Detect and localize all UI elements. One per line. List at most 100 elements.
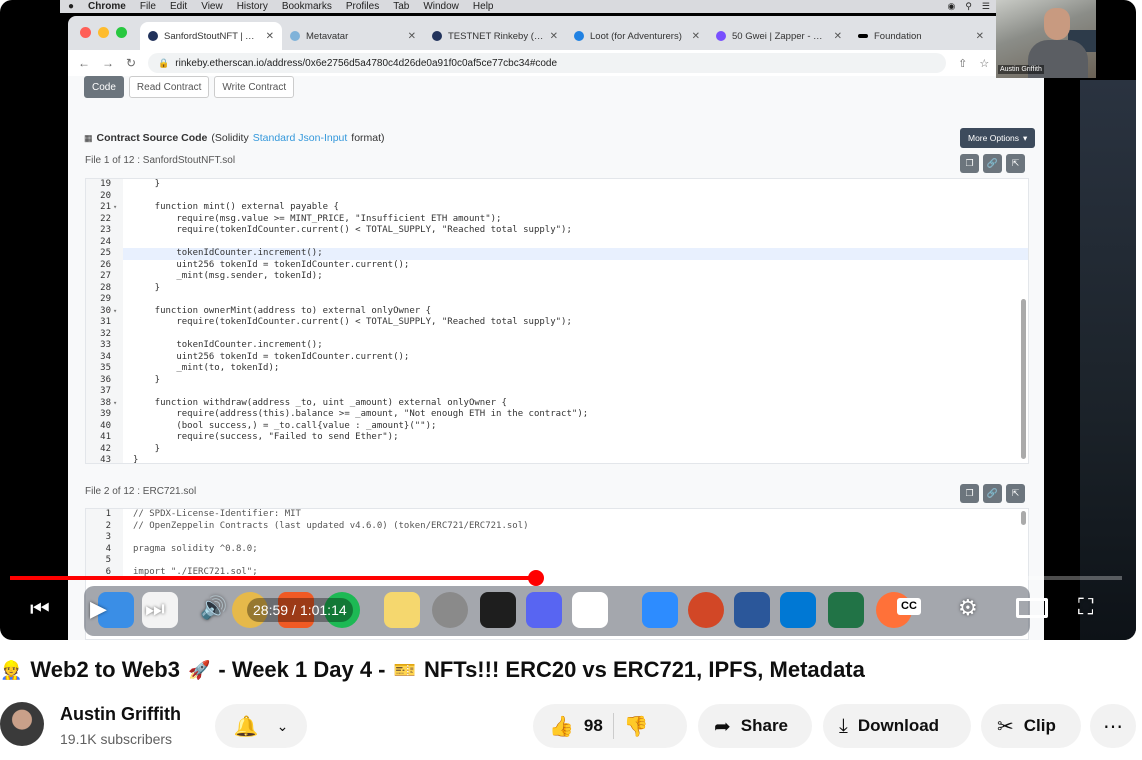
close-tab-icon[interactable]: ✕	[266, 31, 274, 42]
line-number: 38	[86, 397, 113, 409]
tab-foundation[interactable]: Foundation ✕	[850, 22, 992, 50]
next-icon[interactable]: ⏭	[145, 598, 165, 620]
tab-zapper[interactable]: 50 Gwei | Zapper - Your ✕	[708, 22, 850, 50]
link-icon[interactable]: 🔗	[983, 484, 1002, 503]
code-text: require(success, "Failed to send Ether")…	[133, 432, 399, 442]
more-actions-button[interactable]: ⋯	[1090, 704, 1136, 748]
code-text: require(tokenIdCounter.current() < TOTAL…	[133, 317, 572, 327]
dislike-icon[interactable]: 👎	[624, 714, 649, 739]
fold-gutter	[113, 363, 123, 375]
code-line: 23 require(tokenIdCounter.current() < TO…	[86, 225, 1028, 237]
code-line: 1 // SPDX-License-Identifier: MIT	[86, 509, 1028, 521]
like-icon[interactable]: 👍	[549, 714, 574, 739]
etherscan-favicon-icon	[432, 31, 442, 41]
tab-read-contract[interactable]: Read Contract	[128, 76, 210, 98]
code-line: 24	[86, 236, 1028, 248]
bookmark-star-icon[interactable]: ☆	[979, 57, 989, 70]
captions-icon[interactable]: CC	[897, 598, 921, 615]
menu-item-history: History	[236, 1, 268, 12]
word-dock-icon	[734, 592, 770, 628]
fold-arrow-icon[interactable]: ▾	[113, 202, 123, 214]
address-bar[interactable]: 🔒 rinkeby.etherscan.io/address/0x6e2756d…	[148, 53, 947, 73]
copy-icon[interactable]: ❐	[960, 154, 979, 173]
webcam-overlay: Austin Griffith	[996, 0, 1096, 78]
code-text: require(tokenIdCounter.current() < TOTAL…	[133, 225, 572, 235]
ticket-emoji: 🎫	[393, 659, 416, 680]
fold-gutter	[113, 555, 123, 567]
channel-avatar[interactable]	[0, 702, 44, 746]
settings-icon[interactable]: ⚙	[958, 597, 978, 619]
download-button[interactable]: ⤓ Download	[823, 704, 971, 748]
fold-gutter	[113, 259, 123, 271]
line-number: 22	[86, 213, 113, 225]
forward-icon[interactable]: →	[102, 56, 114, 70]
share-page-icon[interactable]: ⇧	[958, 57, 967, 70]
close-tab-icon[interactable]: ✕	[834, 31, 842, 42]
back-icon[interactable]: ←	[78, 56, 90, 70]
title-tail: NFTs!!! ERC20 vs ERC721, IPFS, Metadata	[423, 657, 865, 682]
fold-gutter	[113, 520, 123, 532]
notifications-button[interactable]: 🔔 ⌄	[215, 704, 307, 748]
close-tab-icon[interactable]: ✕	[408, 31, 416, 42]
tab-code[interactable]: Code	[84, 76, 124, 98]
fold-arrow-icon[interactable]: ▾	[113, 305, 123, 317]
expand-icon[interactable]: ⇱	[1006, 484, 1025, 503]
tab-loot[interactable]: Loot (for Adventurers) ✕	[566, 22, 708, 50]
theater-icon[interactable]	[1016, 598, 1048, 618]
line-number: 33	[86, 340, 113, 352]
tab-sanfordstoutnft[interactable]: SanfordStoutNFT | Address ✕	[140, 22, 282, 50]
close-tab-icon[interactable]: ✕	[692, 31, 700, 42]
rocket-emoji: 🚀	[187, 659, 211, 680]
zoom-dock-icon	[642, 592, 678, 628]
tab-testnet-rinkeby[interactable]: TESTNET Rinkeby (ETH) ✕	[424, 22, 566, 50]
editor-scrollbar[interactable]	[1021, 511, 1026, 525]
editor-scrollbar[interactable]	[1021, 299, 1026, 459]
previous-icon[interactable]: ⏮	[30, 598, 50, 620]
tab-write-contract[interactable]: Write Contract	[214, 76, 295, 98]
url-text: rinkeby.etherscan.io/address/0x6e2756d5a…	[175, 57, 558, 69]
close-tab-icon[interactable]: ✕	[550, 31, 558, 42]
fullscreen-icon[interactable]: ⛶	[1078, 596, 1093, 618]
expand-icon[interactable]: ⇱	[1006, 154, 1025, 173]
code-line: 5	[86, 555, 1028, 567]
tab-metavatar[interactable]: Metavatar ✕	[282, 22, 424, 50]
foundation-favicon-icon	[858, 34, 868, 38]
code-text: }	[133, 455, 139, 464]
more-options-button[interactable]: More Options ▾	[960, 128, 1036, 148]
fold-gutter	[113, 282, 123, 294]
like-count[interactable]: 98	[584, 716, 603, 736]
standard-json-input-link[interactable]: Standard Json-Input	[253, 132, 348, 144]
fold-gutter	[113, 190, 123, 202]
code-text: function ownerMint(address to) external …	[133, 305, 432, 316]
close-window-icon[interactable]	[80, 27, 91, 38]
apple-logo-icon: ●	[68, 1, 75, 12]
line-number: 20	[86, 190, 113, 202]
video-player[interactable]: ● Chrome File Edit View History Bookmark…	[0, 0, 1136, 640]
lock-icon: 🔒	[158, 57, 170, 68]
code-editor-file1[interactable]: 19 } 20 21 ▾ function mint() external payab…	[85, 178, 1029, 464]
progress-bar[interactable]	[10, 576, 1122, 580]
code-text: function withdraw(address _to, uint _amo…	[133, 397, 507, 408]
minimize-window-icon[interactable]	[98, 27, 109, 38]
tab-label: Loot (for Adventurers)	[590, 30, 682, 42]
zoom-window-icon[interactable]	[116, 27, 127, 38]
system-preferences-dock-icon	[432, 592, 468, 628]
reload-icon[interactable]: ↻	[126, 56, 136, 70]
channel-name[interactable]: Austin Griffith	[60, 704, 181, 725]
line-number: 31	[86, 317, 113, 329]
menu-item-profiles: Profiles	[345, 1, 380, 12]
volume-icon[interactable]: 🔊	[200, 597, 227, 619]
close-tab-icon[interactable]: ✕	[976, 31, 984, 42]
fold-arrow-icon[interactable]: ▾	[113, 397, 123, 409]
code-line: 3	[86, 532, 1028, 544]
control-center-icon: ☰	[981, 1, 990, 11]
line-number: 39	[86, 409, 113, 421]
copy-icon[interactable]: ❐	[960, 484, 979, 503]
code-line: 19 }	[86, 179, 1028, 191]
clip-button[interactable]: ✂ Clip	[981, 704, 1081, 748]
play-icon[interactable]: ▶	[90, 598, 107, 620]
share-button[interactable]: ➦ Share	[698, 704, 812, 748]
link-icon[interactable]: 🔗	[983, 154, 1002, 173]
scissors-icon: ✂	[997, 715, 1014, 738]
